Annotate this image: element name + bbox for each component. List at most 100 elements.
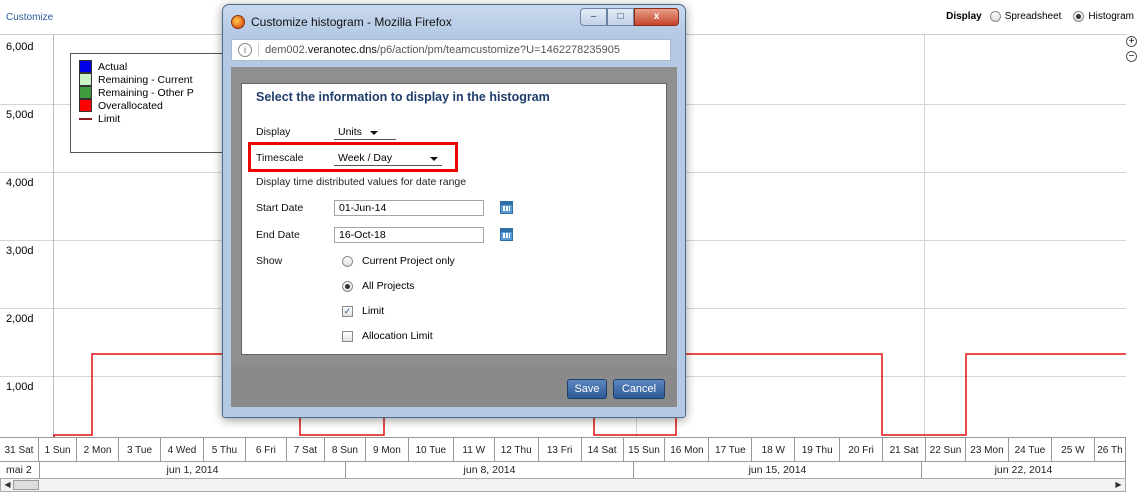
current-project-radio[interactable] bbox=[342, 255, 353, 267]
timeline-day: 23 Mon bbox=[966, 438, 1009, 462]
chevron-down-icon bbox=[430, 157, 438, 161]
histogram-option-label: Histogram bbox=[1088, 11, 1134, 22]
all-projects-option[interactable]: All Projects bbox=[342, 280, 415, 292]
timescale-field-label: Timescale bbox=[256, 152, 304, 164]
maximize-button[interactable]: □ bbox=[607, 8, 634, 26]
legend-label: Limit bbox=[98, 112, 121, 125]
allocation-limit-option[interactable]: Allocation Limit bbox=[342, 330, 433, 342]
zoom-out-icon[interactable]: − bbox=[1126, 51, 1137, 62]
end-date-calendar-icon[interactable] bbox=[500, 228, 513, 241]
popup-content: Select the information to display in the… bbox=[231, 67, 677, 407]
timeline-day: 4 Wed bbox=[161, 438, 204, 462]
display-field-label: Display bbox=[256, 126, 291, 138]
url-path: /p6/action/pm/teamcustomize?U=1462278235… bbox=[376, 44, 621, 56]
all-projects-radio[interactable] bbox=[342, 280, 353, 292]
timescale-select-value: Week / Day bbox=[338, 151, 393, 164]
legend-swatch-remaining-other bbox=[79, 86, 92, 99]
date-range-note: Display time distributed values for date… bbox=[256, 176, 467, 188]
url-domain: veranotec.dns bbox=[307, 44, 377, 56]
timeline-week: mai 2 bbox=[0, 462, 40, 479]
start-date-label: Start Date bbox=[256, 202, 304, 214]
url-separator bbox=[258, 43, 259, 57]
close-button[interactable]: x bbox=[634, 8, 679, 26]
current-project-option[interactable]: Current Project only bbox=[342, 255, 455, 267]
end-date-input[interactable]: 16-Oct-18 bbox=[334, 227, 484, 243]
timeline-day: 11 W bbox=[454, 438, 495, 462]
chevron-down-icon bbox=[369, 131, 378, 135]
url-prefix: dem002. bbox=[265, 44, 308, 56]
start-date-calendar-icon[interactable] bbox=[500, 201, 513, 214]
timeline-day: 5 Thu bbox=[204, 438, 246, 462]
scrollbar-thumb[interactable] bbox=[13, 480, 39, 490]
timeline-day: 16 Mon bbox=[665, 438, 710, 462]
customize-histogram-panel: Select the information to display in the… bbox=[241, 83, 667, 355]
legend-item: Remaining - Other P bbox=[79, 86, 221, 99]
legend-item: Overallocated bbox=[79, 99, 221, 112]
timescale-select[interactable]: Week / Day bbox=[334, 150, 442, 166]
spreadsheet-option-label: Spreadsheet bbox=[1004, 11, 1062, 22]
legend-label: Actual bbox=[98, 60, 128, 73]
timeline-week: jun 1, 2014 bbox=[40, 462, 346, 479]
timeline-day: 2 Mon bbox=[77, 438, 120, 462]
timeline-days-row: 31 Sat 1 Sun 2 Mon 3 Tue 4 Wed 5 Thu 6 Fri 7 Sa… bbox=[0, 437, 1127, 462]
timeline-day: 3 Tue bbox=[119, 438, 161, 462]
end-date-label: End Date bbox=[256, 229, 300, 241]
legend-swatch-actual bbox=[79, 60, 92, 73]
limit-checkbox[interactable]: ✓ bbox=[342, 305, 353, 317]
timeline-day: 17 Tue bbox=[709, 438, 753, 462]
histogram-radio[interactable] bbox=[1073, 11, 1085, 22]
scroll-left-arrow-icon[interactable]: ◀ bbox=[2, 480, 13, 490]
timeline-day: 18 W bbox=[752, 438, 796, 462]
timeline-day: 10 Tue bbox=[409, 438, 454, 462]
legend-swatch-overallocated bbox=[79, 99, 92, 112]
timeline-week: jun 22, 2014 bbox=[922, 462, 1126, 479]
legend-label: Remaining - Current bbox=[98, 73, 193, 86]
customize-link[interactable]: Customize bbox=[6, 12, 53, 23]
cancel-button[interactable]: Cancel bbox=[613, 379, 665, 399]
window-title-bar: Customize histogram - Mozilla Firefox bbox=[231, 13, 452, 31]
timeline-week: jun 8, 2014 bbox=[346, 462, 634, 479]
timeline-day: 20 Fri bbox=[840, 438, 884, 462]
legend-item: Limit bbox=[79, 112, 221, 125]
timeline-day: 25 W bbox=[1052, 438, 1095, 462]
allocation-limit-checkbox[interactable] bbox=[342, 330, 353, 342]
display-units-select[interactable]: Units bbox=[334, 124, 396, 140]
timeline-day: 24 Tue bbox=[1009, 438, 1052, 462]
horizontal-scrollbar[interactable]: ◀ ▶ bbox=[0, 478, 1126, 492]
timeline-day: 8 Sun bbox=[325, 438, 366, 462]
timeline-week: jun 15, 2014 bbox=[634, 462, 922, 479]
window-controls: – □ x bbox=[580, 8, 679, 26]
spreadsheet-radio[interactable] bbox=[989, 11, 1001, 22]
site-info-icon[interactable]: i bbox=[238, 43, 252, 57]
limit-option[interactable]: ✓ Limit bbox=[342, 305, 384, 317]
firefox-logo-icon bbox=[231, 15, 245, 29]
legend-swatch-remaining-current bbox=[79, 73, 92, 86]
display-mode-group: Display Spreadsheet Histogram bbox=[946, 11, 1134, 22]
current-project-label: Current Project only bbox=[362, 255, 455, 267]
timeline-day: 21 Sat bbox=[883, 438, 926, 462]
all-projects-label: All Projects bbox=[362, 280, 415, 292]
legend-label: Overallocated bbox=[98, 99, 163, 112]
url-bar[interactable]: i dem002. veranotec.dns/p6/action/pm/team… bbox=[231, 39, 671, 61]
start-date-input[interactable]: 01-Jun-14 bbox=[334, 200, 484, 216]
timeline-weeks-row: mai 2 jun 1, 2014 jun 8, 2014 jun 15, 2014 j… bbox=[0, 461, 1126, 479]
legend-swatch-limit bbox=[79, 117, 92, 120]
timeline-day: 15 Sun bbox=[624, 438, 666, 462]
display-select-value: Units bbox=[338, 125, 362, 138]
save-button[interactable]: Save bbox=[567, 379, 607, 399]
zoom-strip: + − bbox=[1126, 34, 1138, 492]
timeline-day: 12 Thu bbox=[495, 438, 539, 462]
minimize-button[interactable]: – bbox=[580, 8, 607, 26]
scroll-right-arrow-icon[interactable]: ▶ bbox=[1113, 480, 1124, 490]
timeline-day: 7 Sat bbox=[287, 438, 325, 462]
window-title: Customize histogram - Mozilla Firefox bbox=[251, 15, 452, 29]
dialog-footer: Save Cancel bbox=[231, 367, 677, 407]
timeline-day: 19 Thu bbox=[795, 438, 841, 462]
zoom-in-icon[interactable]: + bbox=[1126, 36, 1137, 47]
legend-item: Remaining - Current bbox=[79, 73, 221, 86]
limit-checkbox-label: Limit bbox=[362, 305, 385, 317]
panel-heading: Select the information to display in the… bbox=[256, 90, 550, 104]
timeline-day: 13 Fri bbox=[539, 438, 582, 462]
timeline-day: 1 Sun bbox=[39, 438, 78, 462]
timeline-day: 14 Sat bbox=[582, 438, 624, 462]
